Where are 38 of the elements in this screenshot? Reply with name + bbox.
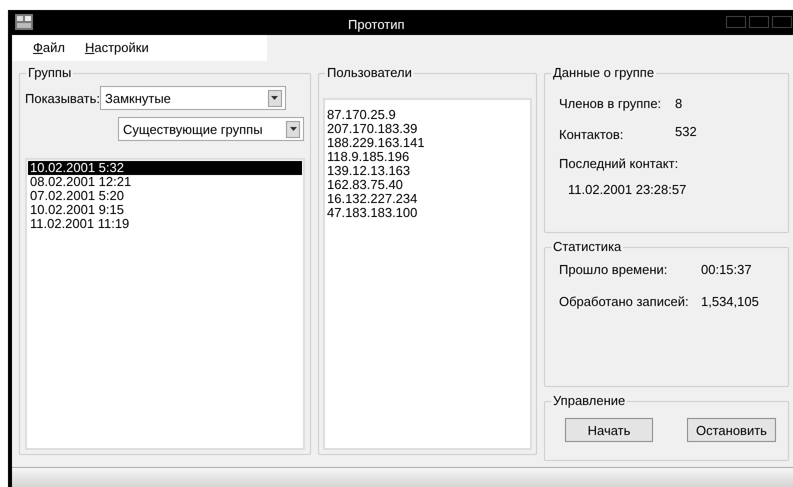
- minimize-button[interactable]: [726, 16, 746, 28]
- group-list-item[interactable]: 10.02.2001 9:15: [28, 203, 302, 218]
- dropdown[interactable]: Замкнутые: [100, 86, 286, 110]
- last-contact-value: 11.02.2001 23:28:57: [567, 180, 688, 199]
- group-list-item[interactable]: 11.02.2001 11:19: [28, 217, 302, 232]
- menu-item[interactable]: Файл: [33, 38, 65, 58]
- user-list-item[interactable]: 118.9.185.196: [327, 150, 528, 164]
- show-label: Показывать:: [25, 90, 100, 108]
- group-title: Управление: [551, 393, 628, 410]
- processed-value: 1,534,105: [701, 292, 759, 311]
- start-button[interactable]: Начать: [565, 418, 653, 442]
- group-title: Данные о группе: [551, 65, 656, 82]
- group-list-item[interactable]: 08.02.2001 12:21: [28, 175, 302, 190]
- menu-item[interactable]: Настройки: [84, 38, 149, 58]
- members-value: 8: [675, 95, 682, 114]
- dropdown[interactable]: Существующие группы: [118, 117, 304, 142]
- user-list-item[interactable]: 188.229.163.141: [327, 136, 528, 150]
- elapsed-value: 00:15:37: [701, 261, 752, 280]
- contacts-value: 532: [675, 122, 697, 141]
- stop-button[interactable]: Остановить: [687, 418, 776, 442]
- group-list-item[interactable]: 10.02.2001 5:32: [28, 161, 302, 176]
- user-list-item[interactable]: 87.170.25.9: [327, 108, 528, 122]
- window-title: Прототип: [348, 16, 405, 34]
- last-contact-label: Последний контакт:: [559, 155, 680, 174]
- close-button[interactable]: [772, 16, 792, 28]
- maximize-button[interactable]: [749, 16, 769, 28]
- user-list-item[interactable]: 47.183.183.100: [327, 206, 528, 220]
- contacts-label: Контактов:: [559, 126, 624, 144]
- elapsed-label: Прошло времени:: [559, 261, 668, 280]
- group-title: Группы: [26, 65, 74, 82]
- members-label: Членов в группе:: [559, 95, 662, 114]
- user-list-item[interactable]: 207.170.183.39: [327, 122, 528, 136]
- user-list-item[interactable]: 139.12.13.163: [327, 164, 528, 178]
- user-list-item[interactable]: 16.132.227.234: [327, 192, 528, 206]
- app-icon: [15, 14, 33, 30]
- user-list-item[interactable]: 162.83.75.40: [327, 178, 528, 192]
- processed-label: Обработано записей:: [559, 292, 690, 311]
- group-list-item[interactable]: 07.02.2001 5:20: [28, 189, 302, 204]
